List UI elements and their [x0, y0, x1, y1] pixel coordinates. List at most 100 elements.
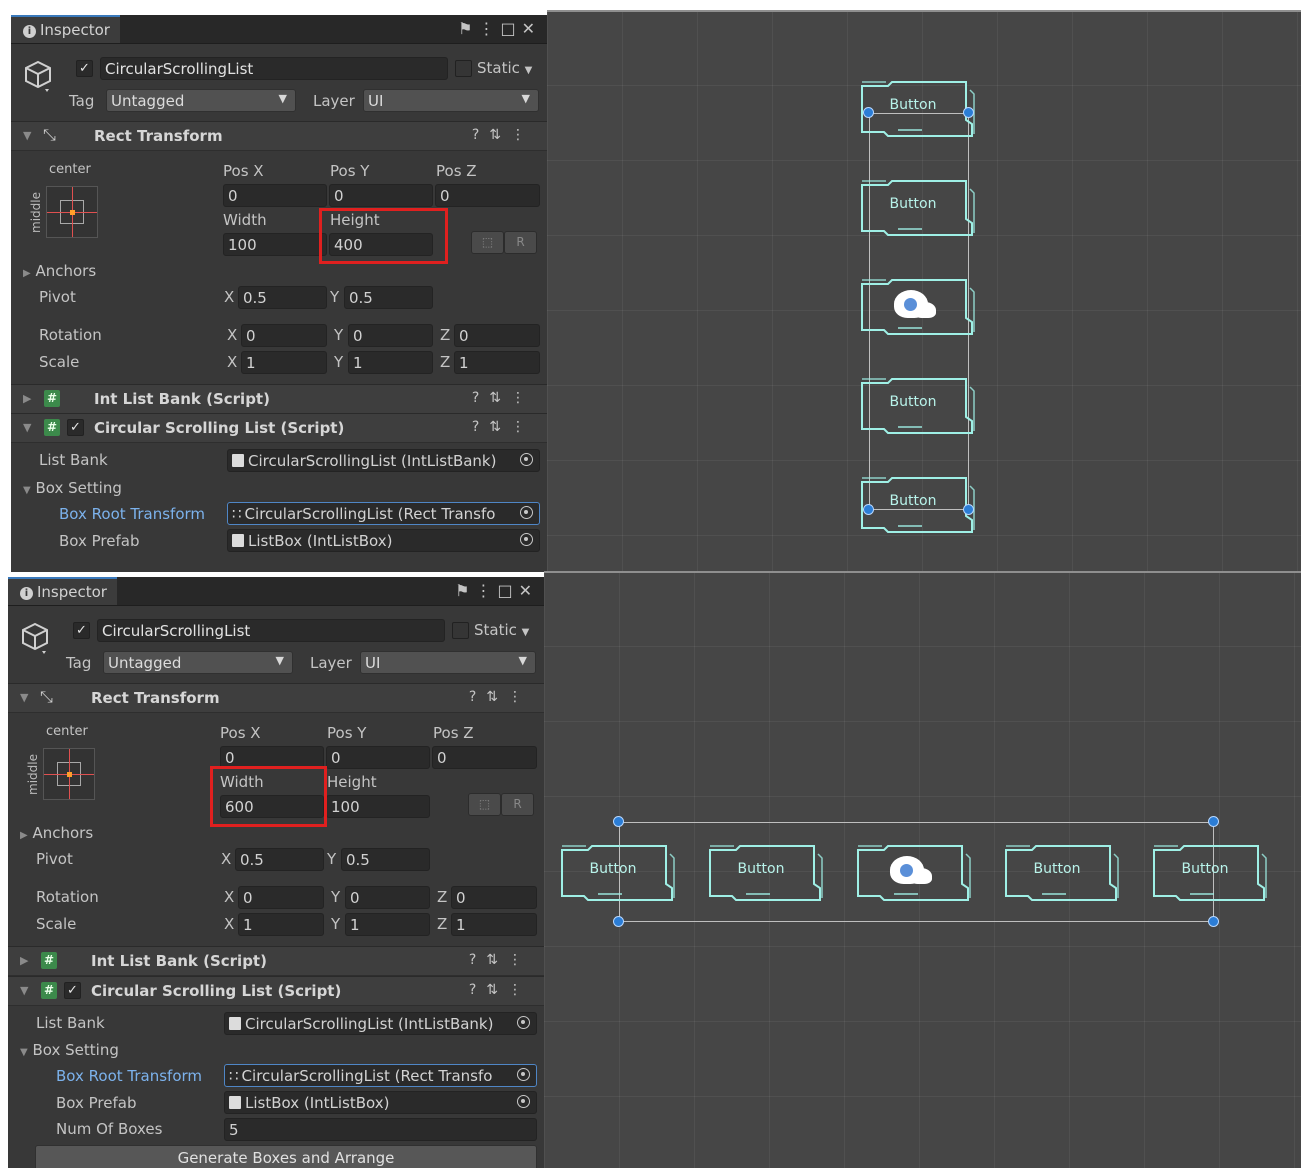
rect-transform-header[interactable]: ▼ ⤡ Rect Transform ?⇅⋮: [8, 683, 544, 713]
pivot-y-field[interactable]: 0.5: [341, 848, 430, 871]
active-checkbox[interactable]: ✓: [76, 60, 93, 77]
object-picker-icon[interactable]: [517, 1095, 530, 1108]
menu-kebab-icon[interactable]: ⋮: [511, 127, 535, 143]
pos-y-field[interactable]: 0: [329, 184, 433, 207]
resize-handle-br[interactable]: [963, 504, 974, 515]
box-prefab-field[interactable]: ListBox (IntListBox): [227, 529, 540, 552]
rect-transform-header[interactable]: ▼ ⤡ Rect Transform ?⇅⋮: [11, 121, 547, 151]
layer-dropdown[interactable]: UI ▼: [363, 89, 539, 112]
resize-handle-tr[interactable]: [1208, 816, 1219, 827]
menu-kebab-icon[interactable]: ⋮: [508, 952, 532, 968]
list-box-center[interactable]: [854, 844, 971, 901]
list-box[interactable]: Button: [858, 476, 975, 533]
rotation-x-field[interactable]: 0: [241, 324, 327, 347]
static-label[interactable]: Static ▼: [474, 621, 529, 639]
list-bank-field[interactable]: CircularScrollingList (IntListBank): [224, 1012, 537, 1035]
component-header-icons[interactable]: ?⇅⋮: [469, 952, 532, 968]
maximize-icon[interactable]: □: [500, 19, 521, 38]
tab-controls[interactable]: ⚑⋮□✕: [455, 581, 538, 600]
component-header-icons[interactable]: ?⇅⋮: [469, 982, 532, 998]
maximize-icon[interactable]: □: [497, 581, 518, 600]
static-checkbox[interactable]: ✓: [455, 60, 472, 77]
resize-handle-tl[interactable]: [613, 816, 624, 827]
width-field[interactable]: 100: [223, 233, 327, 256]
pivot-y-field[interactable]: 0.5: [344, 286, 433, 309]
object-picker-icon[interactable]: [517, 1016, 530, 1029]
rotation-y-field[interactable]: 0: [345, 886, 430, 909]
pos-z-field[interactable]: 0: [435, 184, 540, 207]
pos-z-field[interactable]: 0: [432, 746, 537, 769]
anchor-preset-button[interactable]: [43, 748, 95, 800]
inspector-tab[interactable]: i Inspector: [8, 577, 117, 605]
pivot-x-field[interactable]: 0.5: [235, 848, 324, 871]
object-picker-icon[interactable]: [520, 506, 533, 519]
resize-handle-bl[interactable]: [863, 504, 874, 515]
object-name-field[interactable]: CircularScrollingList: [97, 619, 445, 642]
tag-dropdown[interactable]: Untagged ▼: [106, 89, 296, 112]
num-boxes-field[interactable]: 5: [224, 1118, 537, 1141]
anchor-preset-button[interactable]: [46, 186, 98, 238]
int-list-bank-header[interactable]: ▶ # Int List Bank (Script) ?⇅⋮: [11, 384, 547, 414]
menu-kebab-icon[interactable]: ⋮: [478, 19, 500, 38]
object-name-field[interactable]: CircularScrollingList: [100, 57, 448, 80]
fold-right-icon[interactable]: ▶: [20, 954, 28, 967]
preset-sliders-icon[interactable]: ⇅: [489, 419, 511, 435]
component-header-icons[interactable]: ?⇅⋮: [472, 127, 535, 143]
scale-z-field[interactable]: 1: [454, 351, 540, 374]
preset-sliders-icon[interactable]: ⇅: [486, 689, 508, 705]
menu-kebab-icon[interactable]: ⋮: [511, 390, 535, 406]
object-picker-icon[interactable]: [517, 1068, 530, 1081]
preset-sliders-icon[interactable]: ⇅: [489, 127, 511, 143]
lock-icon[interactable]: ⚑: [458, 19, 478, 38]
rotation-x-field[interactable]: 0: [238, 886, 324, 909]
rotation-z-field[interactable]: 0: [451, 886, 537, 909]
list-box[interactable]: Button: [1150, 844, 1267, 901]
component-enabled-checkbox[interactable]: ✓: [64, 982, 81, 999]
box-setting-foldout[interactable]: ▼ Box Setting: [20, 1041, 119, 1059]
component-header-icons[interactable]: ?⇅⋮: [472, 419, 535, 435]
object-picker-icon[interactable]: [520, 533, 533, 546]
list-box[interactable]: Button: [706, 844, 823, 901]
help-icon[interactable]: ?: [472, 390, 489, 406]
box-prefab-field[interactable]: ListBox (IntListBox): [224, 1091, 537, 1114]
pivot-x-field[interactable]: 0.5: [238, 286, 327, 309]
generate-boxes-button[interactable]: Generate Boxes and Arrange: [35, 1145, 537, 1168]
inspector-tab[interactable]: i Inspector: [11, 15, 120, 43]
list-box-center[interactable]: [858, 278, 975, 335]
gameobject-cube-icon[interactable]: [20, 621, 50, 655]
preset-sliders-icon[interactable]: ⇅: [486, 952, 508, 968]
scale-z-field[interactable]: 1: [451, 913, 537, 936]
rotation-y-field[interactable]: 0: [348, 324, 433, 347]
help-icon[interactable]: ?: [469, 982, 486, 998]
list-box[interactable]: Button: [858, 377, 975, 434]
height-field[interactable]: 100: [326, 795, 430, 818]
box-setting-foldout[interactable]: ▼ Box Setting: [23, 479, 122, 497]
static-checkbox[interactable]: ✓: [452, 622, 469, 639]
layer-dropdown[interactable]: UI ▼: [360, 651, 536, 674]
list-box[interactable]: Button: [858, 179, 975, 236]
tab-controls[interactable]: ⚑⋮□✕: [458, 19, 541, 38]
lock-icon[interactable]: ⚑: [455, 581, 475, 600]
help-icon[interactable]: ?: [469, 952, 486, 968]
help-icon[interactable]: ?: [469, 689, 486, 705]
int-list-bank-header[interactable]: ▶ # Int List Bank (Script) ?⇅⋮: [8, 946, 544, 976]
menu-kebab-icon[interactable]: ⋮: [475, 581, 497, 600]
component-header-icons[interactable]: ?⇅⋮: [472, 390, 535, 406]
list-box[interactable]: Button: [558, 844, 675, 901]
menu-kebab-icon[interactable]: ⋮: [508, 689, 532, 705]
blueprint-mode-button[interactable]: ⬚: [471, 231, 504, 254]
anchors-foldout[interactable]: ▶ Anchors: [20, 824, 93, 842]
scale-y-field[interactable]: 1: [348, 351, 433, 374]
circular-list-header[interactable]: ▼ # ✓ Circular Scrolling List (Script) ?…: [8, 976, 544, 1006]
list-bank-field[interactable]: CircularScrollingList (IntListBank): [227, 449, 540, 472]
circular-list-header[interactable]: ▼ # ✓ Circular Scrolling List (Script) ?…: [11, 413, 547, 443]
object-picker-icon[interactable]: [520, 453, 533, 466]
scale-x-field[interactable]: 1: [238, 913, 324, 936]
resize-handle-bl[interactable]: [613, 916, 624, 927]
fold-down-icon[interactable]: ▼: [23, 129, 31, 142]
help-icon[interactable]: ?: [472, 419, 489, 435]
fold-down-icon[interactable]: ▼: [20, 984, 28, 997]
resize-handle-br[interactable]: [1208, 916, 1219, 927]
menu-kebab-icon[interactable]: ⋮: [508, 982, 532, 998]
menu-kebab-icon[interactable]: ⋮: [511, 419, 535, 435]
